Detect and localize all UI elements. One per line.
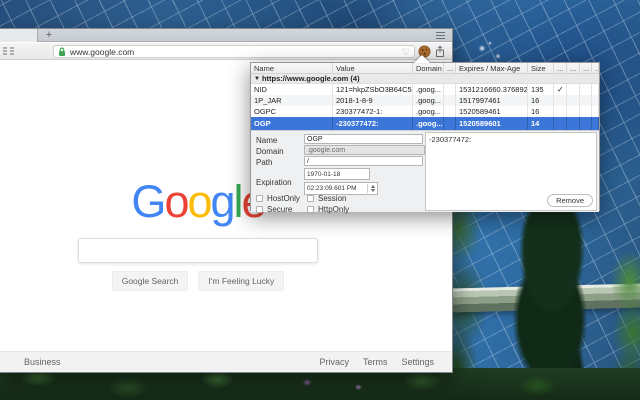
time-stepper[interactable]: [367, 184, 375, 193]
col-dots[interactable]: ...: [554, 63, 567, 73]
expiration-label: Expiration: [256, 178, 292, 187]
col-dots[interactable]: ...: [444, 63, 456, 73]
col-domain[interactable]: Domain: [413, 63, 444, 73]
checkbox-icon[interactable]: [256, 206, 263, 213]
remove-cookie-button[interactable]: Remove: [547, 194, 593, 207]
domain-label: Domain: [256, 147, 284, 156]
cookie-row-nid[interactable]: NID121=hkpZSbO3B64C5... .goog... 1531216…: [251, 84, 599, 95]
desktop: + www.google.com: [0, 0, 640, 400]
cookie-table: Name Value Domain ... Expires / Max-Age …: [251, 63, 599, 130]
httponly-check-icon: ✓: [554, 84, 567, 95]
logo-letter: o: [187, 176, 210, 227]
hostonly-checkbox[interactable]: HostOnly: [256, 194, 300, 203]
search-input[interactable]: [78, 238, 318, 263]
google-search-button[interactable]: Google Search: [112, 271, 189, 291]
url-text: www.google.com: [70, 47, 402, 57]
cookie-row-ogpc[interactable]: OGPC230377472-1: .goog... 152058946116: [251, 106, 599, 117]
footer-business-link[interactable]: Business: [24, 357, 61, 367]
lucky-button[interactable]: I'm Feeling Lucky: [198, 271, 284, 291]
checkbox-icon[interactable]: [307, 206, 314, 213]
url-bar[interactable]: www.google.com ♡: [53, 45, 415, 58]
share-icon[interactable]: [434, 45, 446, 58]
httponly-checkbox[interactable]: HttpOnly: [307, 205, 349, 214]
col-dots[interactable]: ...: [580, 63, 592, 73]
footer-terms-link[interactable]: Terms: [363, 357, 388, 367]
logo-letter: g: [211, 176, 234, 227]
disclosure-triangle-icon[interactable]: ▼: [254, 76, 260, 82]
cookie-name-field[interactable]: [304, 134, 423, 144]
padlock-icon: [58, 47, 66, 57]
group-label: https://www.google.com (4): [262, 74, 360, 83]
cookie-table-header: Name Value Domain ... Expires / Max-Age …: [251, 63, 599, 74]
browser-tab[interactable]: [0, 29, 38, 42]
favorites-heart-icon[interactable]: ♡: [402, 47, 410, 57]
popup-caret: [414, 55, 430, 63]
logo-letter: l: [234, 176, 242, 227]
tab-menu-icon[interactable]: [436, 32, 445, 39]
cookie-path-field[interactable]: [304, 156, 423, 166]
cookie-row-1pjar[interactable]: 1P_JAR2018-1-8-9 .goog... 151799746116: [251, 95, 599, 106]
footer-settings-link[interactable]: Settings: [401, 357, 434, 367]
logo-letter: o: [164, 176, 187, 227]
session-checkbox[interactable]: Session: [307, 194, 346, 203]
cookie-row-ogp-selected[interactable]: OGP-230377472: .goog... 152058960114: [251, 117, 599, 130]
col-value[interactable]: Value: [333, 63, 413, 73]
cookie-group-row[interactable]: ▼ https://www.google.com (4): [251, 74, 599, 84]
path-label: Path: [256, 158, 272, 167]
secure-checkbox[interactable]: Secure: [256, 205, 292, 214]
page-footer: Business Privacy Terms Settings: [0, 351, 452, 372]
logo-letter: G: [131, 176, 164, 227]
checkbox-icon[interactable]: [256, 195, 263, 202]
tab-bar: +: [0, 29, 452, 42]
cookie-domain-field[interactable]: [304, 145, 425, 155]
col-dots[interactable]: ...: [567, 63, 580, 73]
expiration-date-field[interactable]: 1970-01-18: [304, 168, 370, 180]
new-tab-button[interactable]: +: [42, 29, 56, 42]
cookie-edit-form: Name Domain Path Expiration 1970-01-18 0…: [251, 130, 599, 212]
col-size[interactable]: Size: [528, 63, 554, 73]
checkbox-icon[interactable]: [307, 195, 314, 202]
col-expires[interactable]: Expires / Max-Age: [456, 63, 528, 73]
browser-toolbar: www.google.com ♡: [0, 43, 452, 60]
col-dots[interactable]: ...: [592, 63, 599, 73]
cookie-manager-panel: Name Value Domain ... Expires / Max-Age …: [250, 62, 600, 211]
tab-groups-icon[interactable]: [3, 46, 14, 57]
waterfall-sparkle: [470, 38, 510, 64]
col-name[interactable]: Name: [251, 63, 333, 73]
footer-privacy-link[interactable]: Privacy: [319, 357, 349, 367]
name-label: Name: [256, 136, 277, 145]
